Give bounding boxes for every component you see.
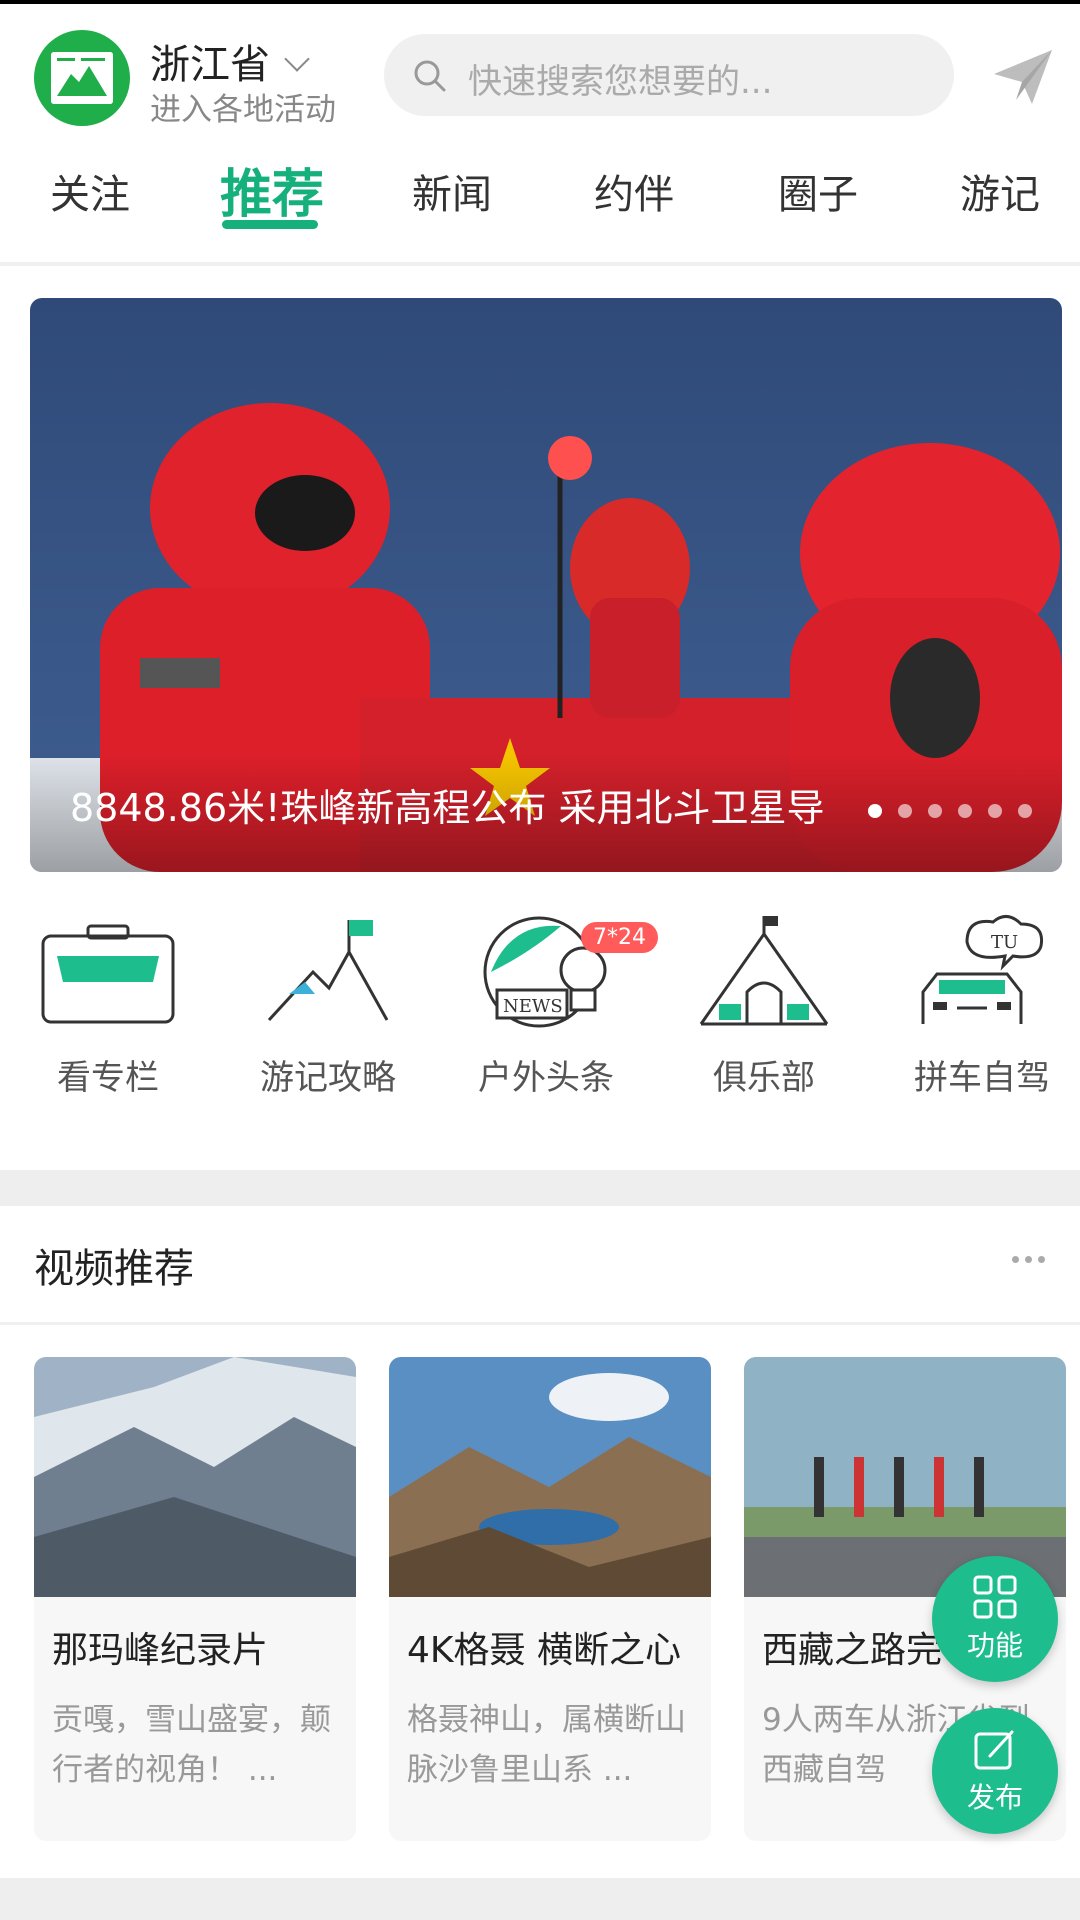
search-icon <box>412 58 448 98</box>
carousel-dot[interactable] <box>958 804 972 818</box>
banner-carousel[interactable]: 8848.86米!珠峰新高程公布 采用北斗卫星导 <box>30 298 1062 872</box>
carousel-dot[interactable] <box>898 804 912 818</box>
location-selector[interactable]: 浙江省 <box>150 32 270 90</box>
tab-travelogue[interactable]: 游记 <box>960 162 1040 220</box>
function-button[interactable]: 功能 <box>932 1556 1058 1682</box>
section-title: 视频推荐 <box>34 1246 194 1292</box>
tab-news[interactable]: 新闻 <box>412 162 492 220</box>
divider <box>0 262 1080 266</box>
video-desc: 格聂神山，属横断山脉沙鲁里山系 ... <box>407 1702 686 1788</box>
divider <box>0 1322 1080 1325</box>
mountain-flag-icon <box>267 920 389 1022</box>
carousel-indicator <box>868 804 1032 818</box>
svg-text:TU: TU <box>991 932 1018 953</box>
banner-caption: 8848.86米!珠峰新高程公布 采用北斗卫星导 <box>70 786 825 830</box>
quick-link-label: 拼车自驾 <box>914 1058 1050 1098</box>
header: 浙江省 进入各地活动 快速搜索您想要的... <box>0 4 1080 144</box>
quick-link-label: 看专栏 <box>57 1058 159 1098</box>
tab-follow[interactable]: 关注 <box>50 162 130 220</box>
tent-icon <box>699 916 829 1026</box>
quick-link-column[interactable]: 看专栏 <box>8 912 208 1099</box>
more-icon[interactable] <box>1012 1256 1045 1263</box>
publish-label: 发布 <box>966 1781 1023 1814</box>
section-divider <box>0 1170 1080 1206</box>
live-badge: 7*24 <box>581 922 658 953</box>
function-label: 功能 <box>966 1629 1023 1662</box>
video-card[interactable]: 那玛峰纪录片 贡嘎，雪山盛宴，颠行者的视角！ ... <box>34 1357 356 1841</box>
svg-text:NEWS: NEWS <box>503 996 563 1017</box>
send-icon[interactable] <box>992 46 1054 112</box>
quick-link-label: 户外头条 <box>478 1058 614 1098</box>
app-logo[interactable] <box>34 30 130 126</box>
tab-bar: 关注 推荐 新闻 约伴 圈子 游记 <box>0 148 1080 258</box>
quick-link-travelogue[interactable]: 游记攻略 <box>228 912 428 1099</box>
carousel-dot[interactable] <box>988 804 1002 818</box>
car-icon: TU <box>921 915 1044 1024</box>
video-thumbnail <box>389 1357 711 1597</box>
video-thumbnail <box>34 1357 356 1597</box>
carousel-dot[interactable] <box>1018 804 1032 818</box>
video-title: 4K格聂 横断之心 <box>407 1630 681 1671</box>
column-briefcase-icon <box>41 924 175 1024</box>
location-subtitle[interactable]: 进入各地活动 <box>150 84 336 129</box>
chevron-down-icon[interactable] <box>284 46 310 72</box>
tab-circle[interactable]: 圈子 <box>778 162 858 220</box>
quick-link-label: 游记攻略 <box>260 1058 396 1098</box>
section-divider <box>0 1878 1080 1920</box>
quick-link-carpool[interactable]: TU 拼车自驾 <box>882 912 1080 1099</box>
carousel-dot[interactable] <box>928 804 942 818</box>
publish-button[interactable]: 发布 <box>932 1708 1058 1834</box>
quick-link-label: 俱乐部 <box>713 1058 815 1098</box>
search-bar[interactable]: 快速搜索您想要的... <box>384 34 954 116</box>
video-card[interactable]: 4K格聂 横断之心 格聂神山，属横断山脉沙鲁里山系 ... <box>389 1357 711 1841</box>
tab-active-indicator <box>222 220 318 229</box>
tab-companion[interactable]: 约伴 <box>594 162 674 220</box>
quick-links: 看专栏 游记攻略 NEWS 户外头条 7*24 俱乐部 TU 拼车自驾 <box>0 912 1080 1142</box>
edit-icon <box>974 1730 1014 1770</box>
quick-link-club[interactable]: 俱乐部 <box>664 912 864 1099</box>
carousel-dot[interactable] <box>868 804 882 818</box>
tab-recommend[interactable]: 推荐 <box>220 152 324 227</box>
video-desc: 贡嘎，雪山盛宴，颠行者的视角！ ... <box>52 1702 331 1788</box>
grid-icon <box>973 1575 1017 1619</box>
search-placeholder: 快速搜索您想要的... <box>468 62 773 102</box>
video-title: 西藏之路完 <box>762 1630 943 1671</box>
video-title: 那玛峰纪录片 <box>52 1630 269 1671</box>
